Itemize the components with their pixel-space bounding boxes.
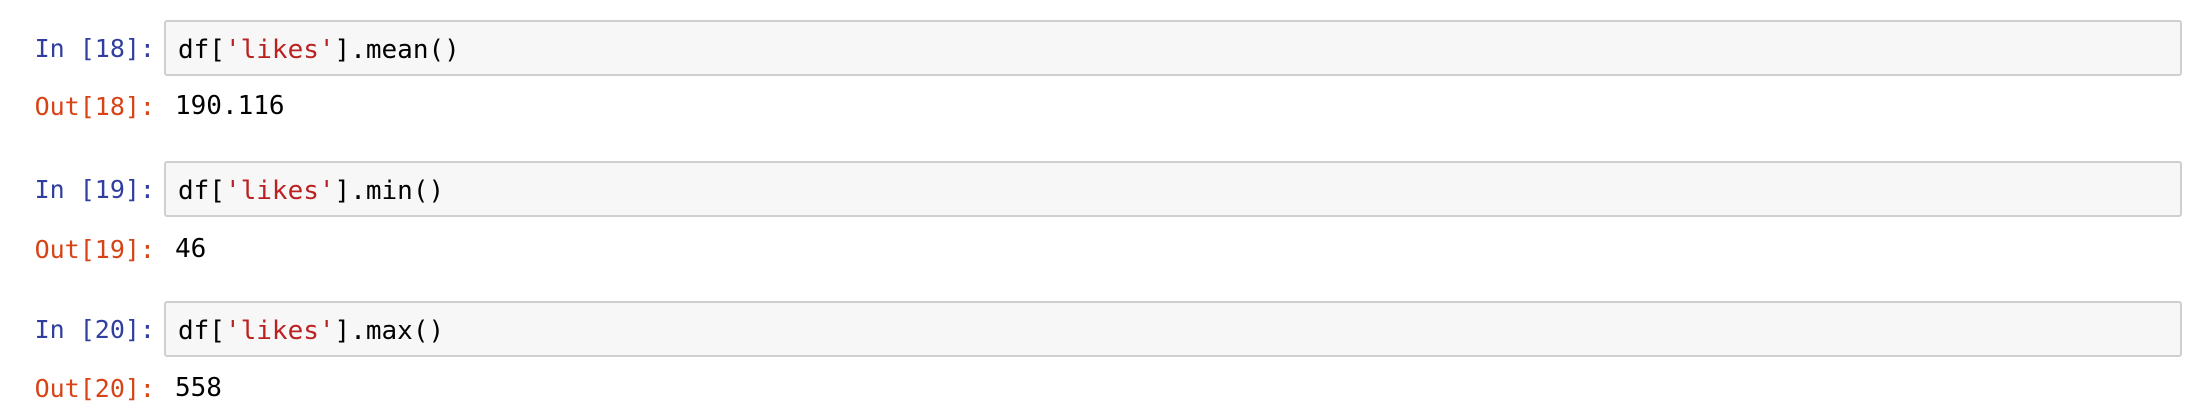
output-value: 46 [175,234,207,264]
code-string-literal: 'likes' [224,316,335,346]
code-text: df['likes'].mean() [178,35,460,65]
code-input-area[interactable]: df['likes'].max() [164,301,2182,357]
code-input-area[interactable]: df['likes'].mean() [164,20,2182,76]
output-prompt: Out[19]: [34,235,155,264]
output-row: Out[18]: 190.116 [0,88,2204,128]
code-text: df['likes'].max() [178,316,444,346]
output-value: 558 [175,373,222,403]
input-row: In [18]: df['likes'].mean() [0,20,2204,76]
input-prompt: In [20]: [34,315,155,344]
code-string-literal: 'likes' [224,176,335,206]
output-prompt: Out[20]: [34,374,155,403]
output-value: 190.116 [175,91,285,121]
code-string-literal: 'likes' [224,35,335,65]
code-prefix: df[ [178,316,225,346]
code-suffix: ].min() [334,176,445,206]
code-prefix: df[ [178,35,225,65]
input-prompt: In [18]: [34,34,155,63]
input-prompt: In [19]: [34,175,155,204]
code-text: df['likes'].min() [178,176,444,206]
code-suffix: ].max() [334,316,445,346]
output-row: Out[20]: 558 [0,370,2204,410]
code-input-area[interactable]: df['likes'].min() [164,161,2182,217]
output-row: Out[19]: 46 [0,231,2204,271]
code-prefix: df[ [178,176,225,206]
input-row: In [20]: df['likes'].max() [0,301,2204,357]
input-row: In [19]: df['likes'].min() [0,161,2204,217]
code-suffix: ].mean() [334,35,460,65]
notebook: In [18]: df['likes'].mean() Out[18]: 190… [0,0,2204,412]
output-prompt: Out[18]: [34,92,155,121]
